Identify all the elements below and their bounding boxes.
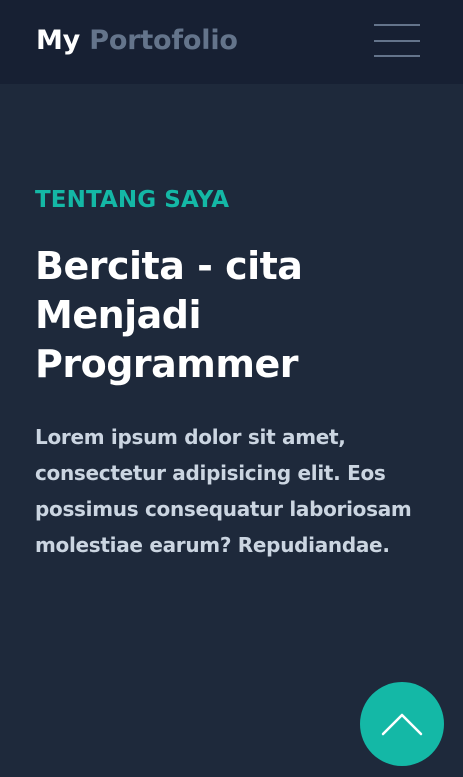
back-to-top-button[interactable] [360, 682, 444, 766]
brand-prefix: My [36, 25, 81, 56]
chevron-up-icon [381, 713, 423, 736]
brand-logo-link[interactable]: My Portofolio [36, 24, 238, 58]
section-label: TENTANG SAYA [35, 187, 230, 213]
about-section: TENTANG SAYA Bercita - cita Menjadi Prog… [35, 180, 430, 563]
hamburger-line-bottom [374, 55, 420, 57]
navbar: My Portofolio [0, 0, 463, 84]
page: My Portofolio TENTANG SAYA Bercita - cit… [0, 0, 463, 777]
about-description: Lorem ipsum dolor sit amet, consectetur … [35, 425, 412, 557]
hamburger-line-middle [374, 40, 420, 42]
brand-name: Portofolio [89, 25, 238, 56]
hamburger-line-top [374, 24, 420, 26]
hamburger-menu-icon[interactable] [374, 24, 420, 58]
about-headline: Bercita - cita Menjadi Programmer [35, 244, 303, 386]
